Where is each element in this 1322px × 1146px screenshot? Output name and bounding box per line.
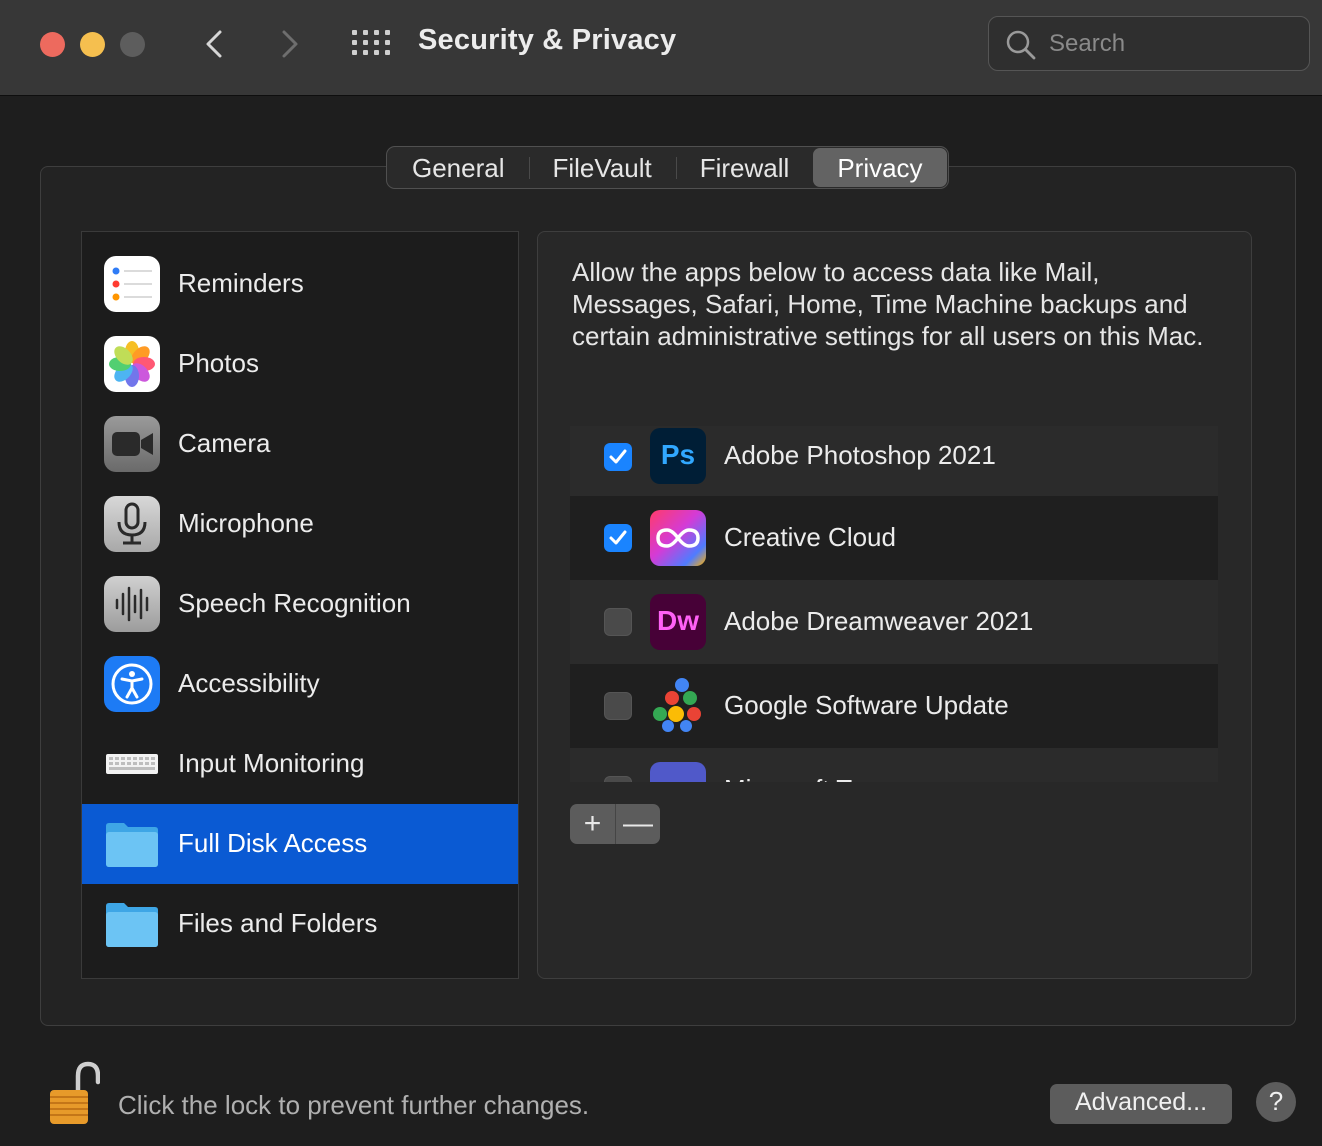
sidebar-item-label: Speech Recognition bbox=[178, 588, 411, 618]
dreamweaver-icon: Dw bbox=[650, 594, 706, 650]
forward-button[interactable] bbox=[272, 26, 308, 62]
zoom-window-button[interactable] bbox=[120, 32, 145, 57]
app-checkbox[interactable] bbox=[604, 776, 632, 782]
camera-icon bbox=[104, 416, 160, 472]
close-window-button[interactable] bbox=[40, 32, 65, 57]
app-checkbox[interactable] bbox=[604, 443, 632, 471]
add-app-button[interactable]: + bbox=[570, 804, 615, 844]
app-row-microsoft-teams[interactable]: Microsoft Teams bbox=[570, 748, 1218, 782]
app-name: Adobe Dreamweaver 2021 bbox=[724, 606, 1034, 636]
speech-recognition-icon bbox=[104, 576, 160, 632]
sidebar-item-full-disk-access[interactable]: Full Disk Access bbox=[82, 804, 518, 884]
app-row-google-software-update[interactable]: Google Software Update bbox=[570, 664, 1218, 748]
privacy-description: Allow the apps below to access data like… bbox=[572, 257, 1204, 351]
sidebar-item-reminders[interactable]: Reminders bbox=[82, 244, 518, 324]
checkmark-icon bbox=[609, 530, 627, 545]
microphone-icon bbox=[104, 496, 160, 552]
sidebar-item-label: Camera bbox=[178, 428, 271, 458]
minimize-window-button[interactable] bbox=[80, 32, 105, 57]
app-name: Microsoft Teams bbox=[724, 774, 913, 782]
advanced-button[interactable]: Advanced... bbox=[1050, 1084, 1232, 1124]
lock-status-text: Click the lock to prevent further change… bbox=[118, 1090, 590, 1120]
reminders-icon bbox=[104, 256, 160, 312]
sidebar-item-microphone[interactable]: Microphone bbox=[82, 484, 518, 564]
sidebar-item-label: Full Disk Access bbox=[178, 828, 368, 858]
remove-app-button[interactable]: — bbox=[615, 804, 660, 844]
tab-privacy[interactable]: Privacy bbox=[813, 148, 947, 187]
app-list[interactable]: Ps Adobe Photoshop 2021 Creative Cloud D… bbox=[570, 426, 1218, 782]
photoshop-icon: Ps bbox=[650, 428, 706, 484]
show-all-grid-icon[interactable] bbox=[352, 30, 390, 58]
sidebar-item-accessibility[interactable]: Accessibility bbox=[82, 644, 518, 724]
help-button[interactable]: ? bbox=[1256, 1082, 1296, 1122]
sidebar-item-label: Reminders bbox=[178, 268, 304, 298]
tab-bar: General FileVault Firewall Privacy bbox=[386, 146, 949, 189]
photos-icon bbox=[104, 336, 160, 392]
folder-icon bbox=[104, 816, 160, 872]
app-checkbox[interactable] bbox=[604, 608, 632, 636]
accessibility-icon bbox=[104, 656, 160, 712]
app-name: Adobe Photoshop 2021 bbox=[724, 440, 996, 470]
sidebar-item-input-monitoring[interactable]: Input Monitoring bbox=[82, 724, 518, 804]
creative-cloud-icon bbox=[650, 510, 706, 566]
app-checkbox[interactable] bbox=[604, 524, 632, 552]
folder-icon bbox=[104, 896, 160, 952]
back-button[interactable] bbox=[198, 26, 234, 62]
window-title: Security & Privacy bbox=[418, 24, 677, 56]
title-bar: Security & Privacy bbox=[0, 0, 1322, 96]
app-checkbox[interactable] bbox=[604, 692, 632, 720]
search-icon bbox=[1006, 30, 1036, 60]
app-name: Google Software Update bbox=[724, 690, 1009, 720]
app-row-creative-cloud[interactable]: Creative Cloud bbox=[570, 496, 1218, 580]
app-row-dreamweaver[interactable]: Dw Adobe Dreamweaver 2021 bbox=[570, 580, 1218, 664]
tab-general[interactable]: General bbox=[388, 148, 529, 187]
checkmark-icon bbox=[609, 449, 627, 464]
search-field[interactable] bbox=[988, 16, 1310, 71]
sidebar-item-label: Files and Folders bbox=[178, 908, 378, 938]
search-input[interactable] bbox=[1049, 27, 1289, 61]
lock-icon[interactable] bbox=[48, 1060, 101, 1126]
add-remove-control: + — bbox=[570, 804, 660, 844]
tab-firewall[interactable]: Firewall bbox=[675, 148, 814, 187]
teams-icon bbox=[650, 762, 706, 782]
sidebar-item-photos[interactable]: Photos bbox=[82, 324, 518, 404]
keyboard-icon bbox=[104, 736, 160, 792]
sidebar-item-speech-recognition[interactable]: Speech Recognition bbox=[82, 564, 518, 644]
sidebar-item-label: Input Monitoring bbox=[178, 748, 365, 778]
sidebar-item-label: Accessibility bbox=[178, 668, 320, 698]
google-software-update-icon bbox=[650, 676, 706, 732]
chevron-right-icon bbox=[282, 30, 298, 58]
sidebar-item-files-and-folders[interactable]: Files and Folders bbox=[82, 884, 518, 964]
app-name: Creative Cloud bbox=[724, 522, 896, 552]
privacy-category-list[interactable]: Reminders Photos Camera Microphone Speec… bbox=[81, 231, 519, 979]
chevron-left-icon bbox=[206, 30, 222, 58]
sidebar-item-label: Photos bbox=[178, 348, 259, 378]
sidebar-item-label: Microphone bbox=[178, 508, 314, 538]
tab-filevault[interactable]: FileVault bbox=[528, 148, 676, 187]
sidebar-item-camera[interactable]: Camera bbox=[82, 404, 518, 484]
